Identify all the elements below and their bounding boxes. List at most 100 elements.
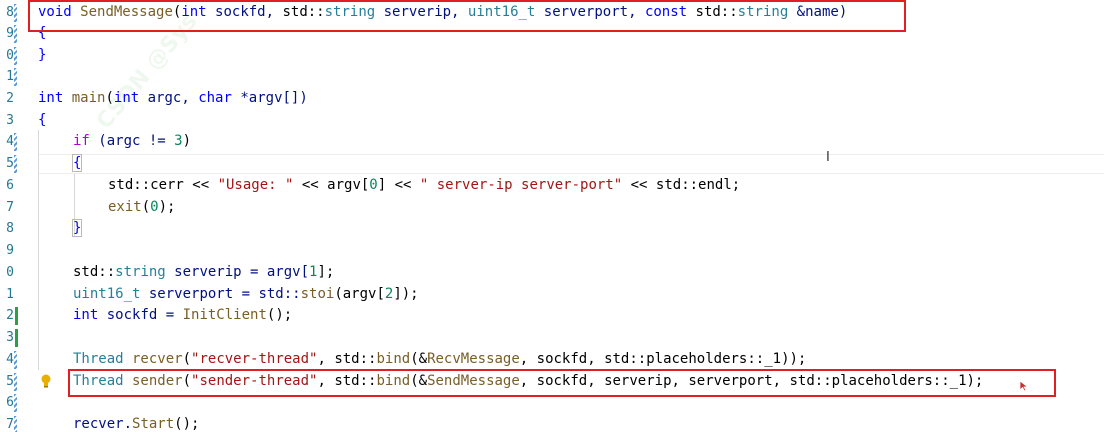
- param: serverport,: [535, 4, 645, 20]
- code-line[interactable]: 2 int sockfd = InitClient();: [0, 305, 1104, 327]
- code-line[interactable]: 8 void SendMessage(int sockfd, std::stri…: [0, 2, 1104, 24]
- code-line[interactable]: 8 }: [0, 218, 1104, 240]
- code-line[interactable]: 1 uint16_t serverport = std::stoi(argv[2…: [0, 284, 1104, 306]
- line-number: 7: [6, 200, 14, 215]
- code-line[interactable]: 4 Thread recver("recver-thread", std::bi…: [0, 349, 1104, 371]
- expression: ] <<: [377, 177, 420, 193]
- code-line[interactable]: 7 exit(0);: [0, 197, 1104, 219]
- function-name: InitClient: [182, 307, 267, 323]
- modified-marker: [14, 155, 17, 173]
- mouse-pointer-icon: [1019, 380, 1029, 392]
- lightbulb-icon[interactable]: [41, 374, 51, 388]
- type: uint16_t: [73, 286, 141, 302]
- function-name: main: [63, 90, 106, 106]
- type: uint16_t: [467, 4, 536, 20]
- line-number: 7: [6, 417, 14, 432]
- code-line[interactable]: 1: [0, 66, 1104, 88]
- code-line[interactable]: 3 {: [0, 110, 1104, 132]
- code-line[interactable]: 6: [0, 392, 1104, 414]
- number: 0: [150, 199, 159, 215]
- modified-marker: [14, 4, 17, 22]
- line-number: 6: [6, 395, 14, 410]
- code-line[interactable]: 9: [0, 240, 1104, 262]
- paren: (: [182, 351, 192, 367]
- type: int: [113, 90, 140, 106]
- line-number: 6: [6, 178, 14, 193]
- code-line[interactable]: 6 std::cerr << "Usage: " << argv[0] << "…: [0, 175, 1104, 197]
- expression: << std::endl;: [622, 177, 741, 193]
- line-number: 9: [6, 26, 14, 41]
- modified-marker: [14, 133, 17, 151]
- line-number: 1: [6, 287, 14, 302]
- namespace: std::: [687, 4, 738, 20]
- line-number: 3: [6, 330, 14, 345]
- paren: (: [182, 373, 192, 389]
- param: serverip,: [375, 4, 468, 20]
- expression: << argv[: [293, 177, 370, 193]
- expression: serverip = argv[: [165, 264, 310, 280]
- function-name: exit: [108, 199, 142, 215]
- modified-marker: [14, 351, 17, 369]
- modified-marker: [14, 68, 17, 86]
- modified-marker: [14, 394, 17, 412]
- type: string: [737, 4, 789, 20]
- param: argc,: [139, 90, 199, 106]
- param: &name): [788, 4, 848, 20]
- expression: sockfd =: [98, 307, 183, 323]
- paren: ();: [266, 307, 293, 323]
- expression: (&: [410, 373, 428, 389]
- line-number: 1: [6, 69, 14, 84]
- line-number: 5: [6, 374, 14, 389]
- expression: (argc !=: [89, 133, 175, 149]
- string: "recver-thread": [191, 351, 318, 367]
- line-number: 8: [6, 5, 14, 20]
- expression: , sockfd, serverip, serverport, std::pla…: [519, 373, 984, 389]
- paren: ): [182, 133, 192, 149]
- modified-marker: [14, 47, 17, 65]
- string: "sender-thread": [191, 373, 318, 389]
- type: string: [324, 4, 376, 20]
- param: sockfd,: [206, 4, 283, 20]
- code-line[interactable]: 5 {: [0, 153, 1104, 175]
- expression: , sockfd, std::placeholders::_1));: [519, 351, 807, 367]
- paren: (: [105, 90, 114, 106]
- code-line[interactable]: 3: [0, 327, 1104, 349]
- expression: ]);: [393, 286, 419, 302]
- function-name: Start: [132, 416, 175, 432]
- expression: , std::: [317, 351, 377, 367]
- expression: (argv[: [334, 286, 385, 302]
- brace: {: [71, 154, 83, 172]
- code-line[interactable]: 7 recver.Start();: [0, 414, 1104, 432]
- function-name: RecvMessage: [427, 351, 520, 367]
- keyword: if: [73, 133, 90, 149]
- code-line[interactable]: 0 }: [0, 45, 1104, 67]
- line-number: 2: [6, 308, 14, 323]
- keyword: void: [38, 4, 72, 20]
- paren: ();: [174, 416, 200, 432]
- number: 3: [174, 133, 183, 149]
- modified-marker: [14, 416, 17, 432]
- variable: sender: [123, 373, 183, 389]
- brace: }: [71, 219, 83, 237]
- code-line[interactable]: 9 {: [0, 23, 1104, 45]
- code-line[interactable]: 4 if (argc != 3): [0, 131, 1104, 153]
- code-line[interactable]: 5 Thread sender("sender-thread", std::bi…: [0, 371, 1104, 393]
- code-editor[interactable]: CSDN @Sys 8 void SendMessage(int sockfd,…: [0, 0, 1104, 432]
- string: " server-ip server-port": [419, 177, 623, 193]
- added-marker: [15, 329, 18, 347]
- line-number: 4: [6, 352, 14, 367]
- variable: recver: [123, 351, 183, 367]
- line-number: 9: [6, 243, 14, 258]
- function-name: stoi: [300, 286, 335, 302]
- type: int: [73, 307, 99, 323]
- code-line[interactable]: 0 std::string serverip = argv[1];: [0, 262, 1104, 284]
- code-line[interactable]: 2 int main(int argc, char *argv[]): [0, 88, 1104, 110]
- statement: std::cerr <<: [108, 177, 218, 193]
- line-number: 4: [6, 134, 14, 149]
- namespace: std::: [73, 264, 116, 280]
- function-name: SendMessage: [80, 4, 173, 20]
- expression: , std::: [317, 373, 377, 389]
- type: char: [198, 90, 232, 106]
- type: string: [115, 264, 166, 280]
- keyword: const: [644, 4, 688, 20]
